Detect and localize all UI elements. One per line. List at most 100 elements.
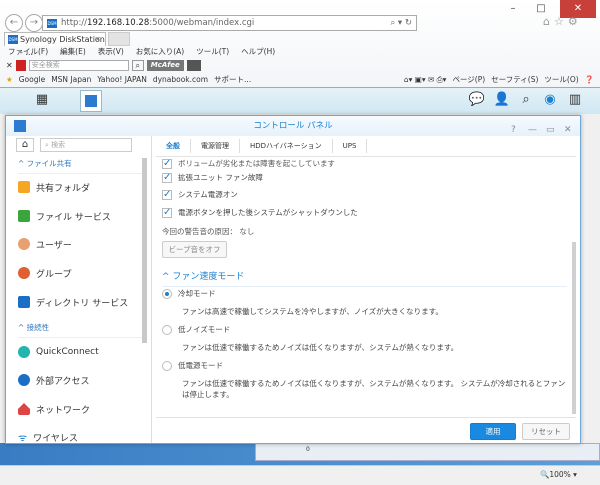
sidebar-scrollbar[interactable] — [142, 158, 147, 343]
sidebar-item-external-access[interactable]: 外部アクセス — [18, 372, 90, 388]
tab-general[interactable]: 全般 — [156, 139, 191, 153]
search-icon[interactable]: ⌕ — [131, 60, 144, 71]
checkbox-checked[interactable]: ✓ — [162, 189, 172, 200]
main-menu-icon[interactable]: ▦ — [32, 92, 52, 110]
reset-button[interactable]: リセット — [522, 423, 570, 440]
checkbox-checked[interactable]: ✓ — [162, 172, 172, 183]
menu-bar: ファイル(F) 編集(E) 表示(V) お気に入り(A) ツール(T) ヘルプ(… — [8, 46, 275, 57]
notifications-icon[interactable]: 💬 — [467, 92, 487, 110]
menu-favorites[interactable]: お気に入り(A) — [136, 46, 184, 57]
check-system-power-on[interactable]: ✓ システム電源オン — [162, 189, 238, 200]
home-star-gear-icons[interactable]: ⌂☆⚙ — [543, 15, 582, 28]
mcafee-site-icon[interactable] — [186, 60, 201, 71]
mcafee-button[interactable]: McAfee — [146, 60, 184, 71]
beep-off-button[interactable]: ビープ音をオフ — [162, 241, 227, 258]
quickconnect-icon — [18, 346, 30, 358]
tab-ups[interactable]: UPS — [333, 139, 368, 153]
window-title: コントロール パネル — [253, 121, 333, 131]
content-scrollbar[interactable] — [572, 242, 576, 414]
minimize-button[interactable]: – — [500, 0, 526, 18]
section-file-sharing[interactable]: ^ ファイル共有 — [18, 158, 142, 174]
sidebar-item-directory[interactable]: ディレクトリ サービス — [18, 294, 128, 310]
home-feeds-print-icons[interactable]: ⌂▾ ▣▾ ✉ ⎙▾ — [404, 75, 447, 85]
search-placeholder: 検索 — [51, 141, 66, 149]
menu-edit[interactable]: 編集(E) — [60, 46, 86, 57]
favorites-star-icon[interactable]: ★ — [6, 75, 13, 84]
check-label: 電源ボタンを押した後システムがシャットダウンした — [178, 208, 358, 217]
menu-file[interactable]: ファイル(F) — [8, 46, 48, 57]
item-label: ディレクトリ サービス — [36, 298, 129, 309]
fav-yahoo[interactable]: Yahoo! JAPAN — [97, 75, 146, 84]
home-button[interactable]: ⌂ — [16, 138, 34, 152]
check-volume-degraded[interactable]: ✓ ボリュームが劣化または障害を起こしています — [162, 158, 335, 169]
address-bar[interactable]: DSM http://192.168.10.28:5000/webman/ind… — [42, 15, 417, 31]
section-connectivity[interactable]: ^ 接続性 — [18, 322, 142, 338]
help-icon[interactable]: ❓ — [585, 75, 594, 84]
sidebar: ⌂ ⌕ 検索 ^ ファイル共有 共有フォルダ ファイル サービス ユーザー グル… — [10, 136, 148, 443]
beep-reason: 今回の警告音の原因： なし — [162, 227, 255, 236]
tab-power[interactable]: 電源管理 — [191, 139, 240, 153]
sidebar-item-network[interactable]: ネットワーク — [18, 401, 90, 417]
checkbox-checked[interactable]: ✓ — [162, 158, 172, 169]
radio-label: 低ノイズモード — [178, 325, 231, 334]
footer-divider — [156, 417, 576, 418]
fan-speed-section[interactable]: ^ ファン速度モード — [162, 269, 567, 287]
globe-icon — [18, 374, 30, 386]
sidebar-item-file-services[interactable]: ファイル サービス — [18, 208, 111, 224]
sidebar-item-quickconnect[interactable]: QuickConnect — [18, 344, 99, 360]
fav-google[interactable]: Google — [19, 75, 45, 84]
section-label: 接続性 — [26, 323, 50, 332]
control-panel-task-icon[interactable] — [80, 90, 102, 112]
sidebar-item-shared-folder[interactable]: 共有フォルダ — [18, 179, 90, 195]
browser-tab[interactable]: DSM Synology DiskStation - ... ✕ — [4, 32, 106, 57]
user-icon — [18, 238, 30, 250]
safe-search-input[interactable]: 安全検索 — [28, 60, 129, 71]
desktop-background: 0 — [0, 443, 600, 465]
checkbox-checked[interactable]: ✓ — [162, 207, 172, 218]
radio-low-noise-mode[interactable]: 低ノイズモード — [162, 324, 230, 335]
radio-unselected[interactable] — [162, 360, 172, 371]
menu-view[interactable]: 表示(V) — [98, 46, 124, 57]
radio-unselected[interactable] — [162, 324, 172, 335]
user-icon[interactable]: 👤 — [492, 92, 512, 110]
desktop-layout-icon[interactable]: ▥ — [565, 92, 585, 110]
tab-icon: DSM — [8, 35, 18, 44]
fav-support[interactable]: サポート... — [214, 74, 251, 85]
network-icon — [18, 403, 30, 415]
sidebar-item-user[interactable]: ユーザー — [18, 236, 72, 252]
widgets-icon[interactable]: ◉ — [540, 92, 560, 110]
tools-menu[interactable]: ツール(O) — [544, 74, 578, 85]
content-pane: 全般 電源管理 HDDハイバネーション UPS ✓ ボリュームが劣化または障害を起… — [151, 136, 579, 443]
check-expansion-fan-failure[interactable]: ✓ 拡張ユニット ファン故障 — [162, 172, 263, 183]
apply-button[interactable]: 適用 — [470, 423, 516, 440]
new-tab-button[interactable] — [108, 32, 130, 46]
close-toolbar-icon[interactable]: ✕ — [6, 61, 13, 70]
sidebar-item-group[interactable]: グループ — [18, 265, 71, 281]
page-menu[interactable]: ページ(P) — [452, 74, 485, 85]
widget-panel: 0 — [255, 443, 600, 461]
favorites-bar: ★ Google MSN Japan Yahoo! JAPAN dynabook… — [6, 73, 600, 86]
zoom-level[interactable]: 🔍100% ▾ — [540, 470, 577, 479]
close-tab-icon[interactable]: ✕ — [94, 33, 101, 46]
url-prefix: http:// — [61, 18, 88, 28]
menu-help[interactable]: ヘルプ(H) — [241, 46, 275, 57]
radio-low-power-mode[interactable]: 低電源モード — [162, 360, 223, 371]
search-input[interactable]: ⌕ 検索 — [40, 138, 132, 152]
radio-selected[interactable] — [162, 288, 172, 299]
item-label: 共有フォルダ — [36, 183, 91, 194]
forward-button[interactable]: → — [25, 14, 43, 32]
control-panel-icon — [14, 120, 26, 132]
search-icon[interactable]: ⌕ — [516, 92, 536, 110]
sidebar-item-wireless[interactable]: ᯤ ワイヤレス — [18, 429, 78, 443]
tab-hdd-hibernation[interactable]: HDDハイバネーション — [240, 139, 333, 153]
window-titlebar[interactable]: コントロール パネル ? — ▭ ✕ — [6, 116, 580, 136]
check-power-button-shutdown[interactable]: ✓ 電源ボタンを押した後システムがシャットダウンした — [162, 207, 358, 218]
menu-tools[interactable]: ツール(T) — [196, 46, 229, 57]
fav-dynabook[interactable]: dynabook.com — [153, 75, 208, 84]
back-button[interactable]: ← — [5, 14, 23, 32]
url-host: 192.168.10.28 — [87, 18, 150, 28]
search-refresh-icon[interactable]: ⌕ ▾ ↻ — [390, 16, 412, 30]
safety-menu[interactable]: セーフティ(S) — [491, 74, 538, 85]
fav-msn[interactable]: MSN Japan — [51, 75, 91, 84]
radio-cooling-mode[interactable]: 冷却モード — [162, 288, 216, 299]
